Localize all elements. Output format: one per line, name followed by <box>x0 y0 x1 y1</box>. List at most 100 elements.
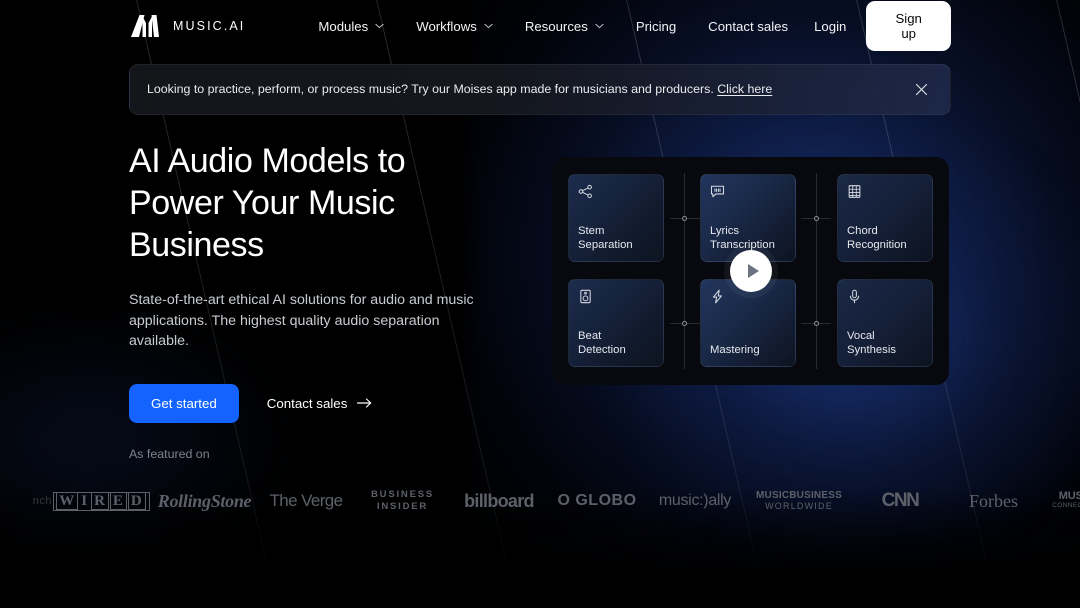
nav-label-pricing: Pricing <box>635 18 677 34</box>
nav-item-pricing[interactable]: Pricing <box>620 13 692 40</box>
press-logo-techcrunch: nch <box>0 495 52 507</box>
hero-subtitle: State-of-the-art ethical AI solutions fo… <box>129 292 474 349</box>
press-logo-music-business-worldwide: MUSICBUSINESS WORLDWIDE <box>744 490 854 513</box>
module-title-line-1: Stem <box>578 225 605 238</box>
press-logo-text: music:)ally <box>658 492 732 509</box>
microphone-icon <box>849 289 860 304</box>
module-card-label: Beat Detection <box>578 330 654 357</box>
press-logo-text: billboard <box>464 490 534 511</box>
press-logo-the-verge: The Verge <box>257 491 355 511</box>
brand-name: MUSIC.AI <box>173 19 246 33</box>
press-logo-text: Forbes <box>969 490 1018 511</box>
contact-sales-label: Contact sales <box>266 395 348 411</box>
module-title-line-1: Lyrics <box>710 225 740 238</box>
share-split-icon <box>578 184 592 199</box>
press-logo-forbes: Forbes <box>946 491 1041 512</box>
nav-label-contact-sales: Contact sales <box>708 18 789 34</box>
header-actions: Login Sign up <box>804 1 951 51</box>
hero-cta-group: Get started Contact sales <box>129 383 529 423</box>
press-logo-rolling-stone: RollingStone <box>152 491 257 512</box>
module-title-line-1: Chord <box>847 225 878 238</box>
connector-v-right <box>816 173 817 369</box>
nav-label-workflows: Workflows <box>416 18 477 34</box>
press-logo-music-ally: music:)ally <box>646 492 744 510</box>
module-card-label: Stem Separation <box>578 225 654 252</box>
module-title-line-1: Mastering <box>710 343 760 356</box>
module-card-lyrics-transcription[interactable]: Lyrics Transcription <box>700 174 796 262</box>
module-card-label: Vocal Synthesis <box>847 330 923 357</box>
press-logo-text-2: WORLDWIDE <box>765 501 833 511</box>
module-title-line-1: Vocal <box>847 330 875 343</box>
close-icon <box>915 83 927 96</box>
hero-title-line-2: Power Your Music <box>129 184 395 222</box>
play-video-button[interactable] <box>730 250 772 292</box>
hero-title-line-3: Business <box>129 226 264 264</box>
module-title-line-2: Recognition <box>847 238 907 251</box>
promo-banner-link[interactable]: Click here <box>717 82 772 96</box>
module-card-beat-detection[interactable]: Beat Detection <box>568 279 664 367</box>
connector-node-2 <box>814 216 819 221</box>
press-logo-text: MUSICBUSINESS <box>756 489 842 501</box>
chevron-down-icon <box>375 23 384 29</box>
press-logo-strip: nch WIRED RollingStone The Verge BUSINES… <box>0 480 1080 522</box>
press-logo-text: WIRED <box>53 491 150 511</box>
modules-showcase-panel: Stem Separation Lyrics Transcription Cho… <box>552 157 949 385</box>
nav-label-modules: Modules <box>318 18 369 34</box>
module-card-mastering[interactable]: Mastering <box>700 279 796 367</box>
module-title-line-2: Detection <box>578 343 626 356</box>
module-card-label: Mastering <box>710 344 786 357</box>
hero-section: AI Audio Models to Power Your Music Busi… <box>129 140 529 423</box>
nav-item-workflows[interactable]: Workflows <box>400 13 509 40</box>
promo-banner: Looking to practice, perform, or process… <box>129 64 951 115</box>
landing-page: MUSIC.AI Modules Workflows Resources Pri… <box>0 0 1080 608</box>
modules-grid: Stem Separation Lyrics Transcription Cho… <box>552 157 949 385</box>
press-logo-music-connection: MUSIC CONNECTION <box>1041 491 1080 511</box>
module-card-label: Chord Recognition <box>847 225 923 252</box>
brand-logo[interactable]: MUSIC.AI <box>129 15 245 37</box>
as-featured-on-label: As featured on <box>129 447 210 461</box>
connector-v-left <box>684 173 685 369</box>
press-logo-text: The Verge <box>269 491 343 510</box>
arrow-right-icon <box>357 398 372 408</box>
press-logo-text: RollingStone <box>157 490 252 511</box>
get-started-button[interactable]: Get started <box>129 383 239 423</box>
module-card-vocal-synthesis[interactable]: Vocal Synthesis <box>837 279 933 367</box>
nav-label-resources: Resources <box>524 18 588 34</box>
press-logo-billboard: billboard <box>450 491 548 512</box>
module-card-chord-recognition[interactable]: Chord Recognition <box>837 174 933 262</box>
press-logo-o-globo: O GLOBO <box>548 492 646 510</box>
main-nav: Modules Workflows Resources Pricing Cont… <box>302 13 804 40</box>
chevron-down-icon <box>484 23 493 29</box>
music-ai-logo-icon <box>131 15 159 37</box>
speech-bubble-quote-icon <box>710 185 725 198</box>
module-title-line-2: Synthesis <box>847 343 896 356</box>
play-icon <box>747 264 759 278</box>
module-card-stem-separation[interactable]: Stem Separation <box>568 174 664 262</box>
press-logo-text: CNN <box>881 490 920 511</box>
press-logo-text: MUSIC <box>1058 490 1080 502</box>
module-card-label: Lyrics Transcription <box>710 225 786 252</box>
press-logo-wired: WIRED <box>52 491 152 511</box>
signup-button[interactable]: Sign up <box>866 1 951 51</box>
promo-banner-close-button[interactable] <box>910 79 932 101</box>
module-title-line-2: Transcription <box>710 238 775 251</box>
nav-item-contact-sales[interactable]: Contact sales <box>692 13 804 40</box>
lightning-bolt-icon <box>712 289 722 304</box>
nav-item-resources[interactable]: Resources <box>509 13 620 40</box>
press-logo-text: nch <box>32 495 52 507</box>
speaker-icon <box>580 289 591 304</box>
connector-node-4 <box>814 321 819 326</box>
press-logo-cnn: CNN <box>854 490 946 512</box>
press-logo-text-2: INSIDER <box>376 501 429 512</box>
login-link[interactable]: Login <box>804 13 856 40</box>
press-logo-text: O GLOBO <box>557 492 637 509</box>
connector-node-1 <box>682 216 687 221</box>
press-logo-text: BUSINESS <box>371 489 434 500</box>
contact-sales-link[interactable]: Contact sales <box>255 386 385 421</box>
page-title: AI Audio Models to Power Your Music Busi… <box>129 140 529 266</box>
chord-grid-icon <box>848 185 861 198</box>
press-logo-text-2: CONNECTION <box>1052 502 1080 509</box>
connector-node-3 <box>682 321 687 326</box>
nav-item-modules[interactable]: Modules <box>302 13 400 40</box>
site-header: MUSIC.AI Modules Workflows Resources Pri… <box>0 0 1080 52</box>
